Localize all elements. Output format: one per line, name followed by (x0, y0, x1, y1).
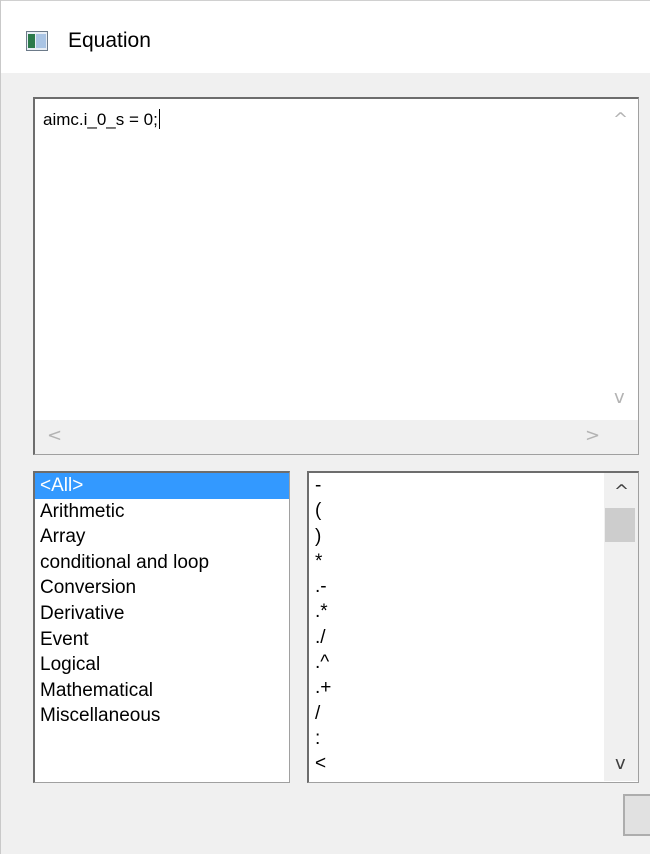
operator-item[interactable]: .^ (309, 650, 638, 675)
scroll-up-icon[interactable]: ^ (614, 483, 629, 501)
scroll-right-icon[interactable]: > (585, 427, 600, 445)
operator-item[interactable]: ) (309, 524, 638, 549)
scroll-down-icon[interactable]: v (615, 755, 626, 773)
scroll-up-icon[interactable]: ^ (613, 111, 628, 129)
editor-vertical-scrollbar[interactable]: ^ v (604, 99, 638, 421)
category-item-arithmetic[interactable]: Arithmetic (35, 499, 289, 525)
category-item-event[interactable]: Event (35, 627, 289, 653)
operator-list-scrollbar[interactable]: ^ v (604, 473, 638, 781)
operator-item[interactable]: / (309, 701, 638, 726)
equation-editor[interactable]: aimc.i_0_s = 0; ^ v < > (33, 97, 639, 455)
title-bar: Equation (1, 0, 650, 73)
scrollbar-thumb[interactable] (605, 508, 635, 542)
category-item-miscellaneous[interactable]: Miscellaneous (35, 703, 289, 729)
category-item-conditional-and-loop[interactable]: conditional and loop (35, 550, 289, 576)
operator-item[interactable]: < (309, 751, 638, 776)
operator-item[interactable]: .* (309, 599, 638, 624)
operator-item[interactable]: ./ (309, 625, 638, 650)
category-item-all[interactable]: <All> (35, 473, 289, 499)
scrollbar-corner (604, 420, 638, 454)
dialog-button[interactable] (623, 794, 650, 836)
category-list[interactable]: <All> Arithmetic Array conditional and l… (33, 471, 290, 783)
category-item-array[interactable]: Array (35, 524, 289, 550)
scroll-down-icon[interactable]: v (614, 389, 625, 407)
operator-list[interactable]: - ( ) * .- .* ./ .^ .+ / : < ^ v (307, 471, 639, 783)
window-app-icon (26, 31, 48, 51)
category-item-mathematical[interactable]: Mathematical (35, 678, 289, 704)
operator-item[interactable]: : (309, 726, 638, 751)
window-title: Equation (68, 29, 151, 52)
scroll-left-icon[interactable]: < (47, 427, 62, 445)
category-item-derivative[interactable]: Derivative (35, 601, 289, 627)
equation-text: aimc.i_0_s = 0; (43, 110, 158, 129)
category-item-conversion[interactable]: Conversion (35, 575, 289, 601)
category-item-logical[interactable]: Logical (35, 652, 289, 678)
operator-item[interactable]: ( (309, 498, 638, 523)
operator-item[interactable]: .- (309, 574, 638, 599)
editor-horizontal-scrollbar[interactable]: < > (35, 420, 605, 454)
operator-item[interactable]: .+ (309, 675, 638, 700)
text-caret (158, 109, 160, 129)
operator-item[interactable]: * (309, 549, 638, 574)
operator-item[interactable]: - (309, 473, 638, 498)
equation-window: Equation aimc.i_0_s = 0; ^ v < > <All> A… (0, 0, 650, 854)
